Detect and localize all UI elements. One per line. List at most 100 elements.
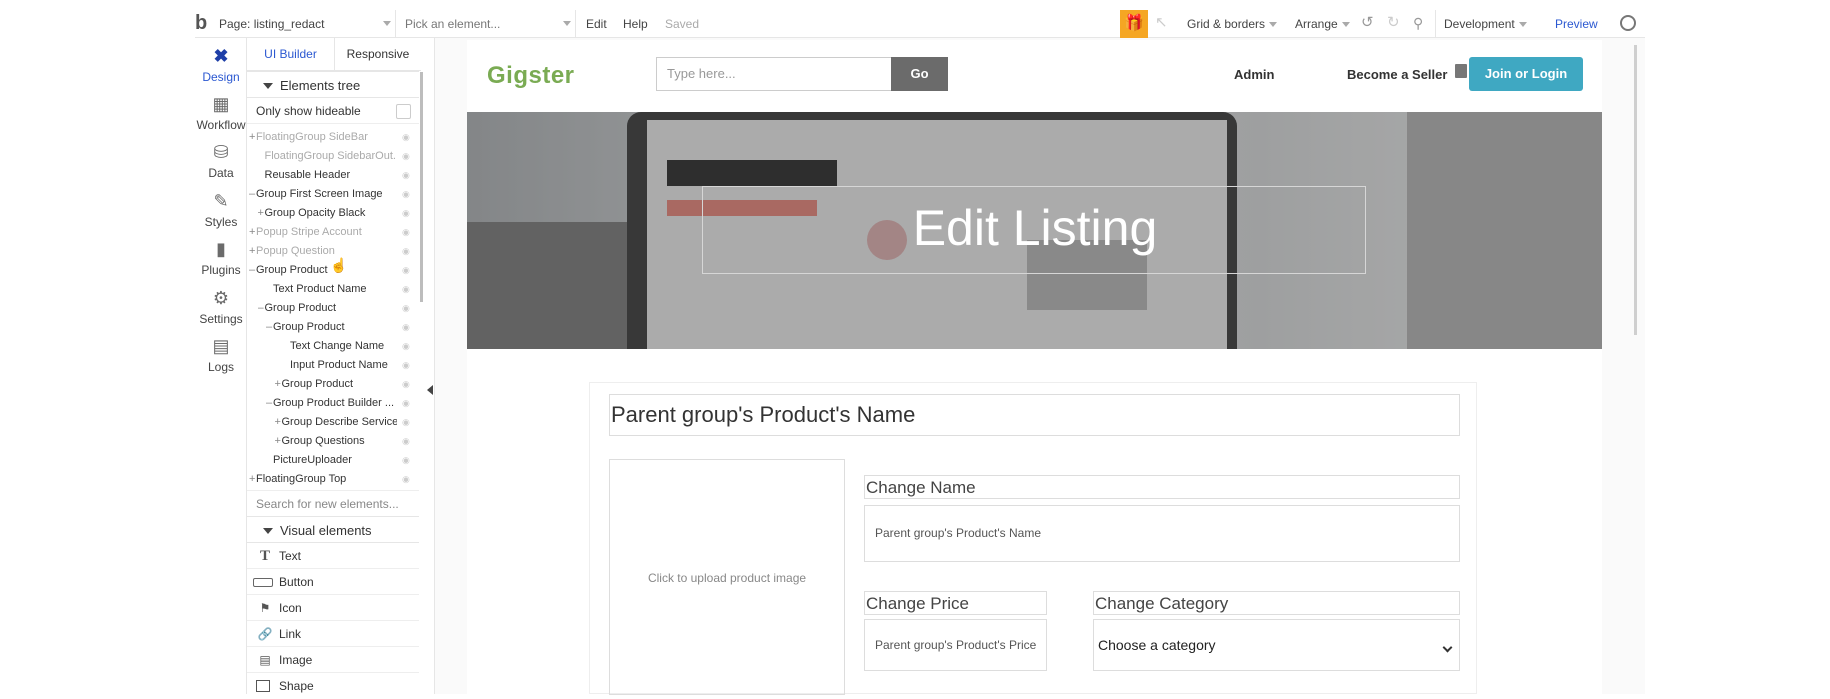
- eye-icon[interactable]: ◉: [402, 318, 410, 337]
- canvas-scrollbar[interactable]: [1634, 45, 1637, 335]
- select-cursor-icon[interactable]: ↖: [1155, 15, 1168, 31]
- tree-row[interactable]: PictureUploader: [266, 451, 397, 470]
- elements-tree-header[interactable]: Elements tree: [247, 71, 419, 98]
- tree-row[interactable]: +Popup Stripe Account: [249, 223, 397, 242]
- collapse-icon[interactable]: –: [249, 261, 256, 280]
- eye-icon[interactable]: ◉: [402, 356, 410, 375]
- tree-row[interactable]: –Group Product: [266, 318, 397, 337]
- eye-icon[interactable]: ◉: [402, 451, 410, 470]
- tree-row[interactable]: –Group Product: [249, 261, 397, 280]
- tree-row[interactable]: –Group Product Builder ...: [266, 394, 397, 413]
- chevron-down-icon[interactable]: [563, 21, 571, 26]
- rail-styles[interactable]: ✎ Styles: [195, 191, 247, 229]
- admin-link[interactable]: Admin: [1234, 67, 1274, 82]
- collapse-icon[interactable]: –: [266, 318, 273, 337]
- visual-item-text[interactable]: T Text: [247, 543, 419, 569]
- visual-elements-header[interactable]: Visual elements: [247, 516, 419, 543]
- expand-icon[interactable]: +: [249, 128, 256, 147]
- picture-uploader[interactable]: Click to upload product image: [609, 459, 845, 695]
- tree-row[interactable]: Reusable Header: [258, 166, 398, 185]
- only-show-hideable-checkbox[interactable]: [396, 104, 411, 119]
- bubble-logo-icon[interactable]: b: [195, 13, 207, 33]
- preview-link[interactable]: Preview: [1555, 17, 1598, 31]
- chevron-down-icon[interactable]: [383, 21, 391, 26]
- category-select[interactable]: Choose a category: [1093, 619, 1460, 671]
- eye-icon[interactable]: ◉: [402, 242, 410, 261]
- tree-row[interactable]: Input Product Name: [283, 356, 397, 375]
- expand-icon[interactable]: +: [258, 204, 265, 223]
- join-login-button[interactable]: Join or Login: [1469, 57, 1583, 91]
- tree-row[interactable]: +Popup Question: [249, 242, 397, 261]
- visual-item-image[interactable]: ▤ Image: [247, 647, 419, 673]
- tree-row[interactable]: Text Change Name: [283, 337, 397, 356]
- panel-scrollbar[interactable]: [420, 72, 423, 302]
- edit-menu[interactable]: Edit: [586, 17, 607, 31]
- product-name-input[interactable]: Parent group's Product's Name: [864, 505, 1460, 562]
- tree-row[interactable]: +Group Describe Service: [275, 413, 398, 432]
- tree-row[interactable]: +FloatingGroup Top: [249, 470, 397, 489]
- go-button[interactable]: Go: [891, 57, 948, 91]
- visual-item-icon[interactable]: ⚑ Icon: [247, 595, 419, 621]
- tree-row[interactable]: +Group Questions: [275, 432, 398, 451]
- tree-row[interactable]: FloatingGroup SidebarOut...: [258, 147, 398, 166]
- tree-row[interactable]: +Group Opacity Black: [258, 204, 398, 223]
- search-icon[interactable]: ⚲: [1413, 15, 1423, 31]
- undo-icon[interactable]: ↺: [1361, 15, 1374, 31]
- expand-icon[interactable]: +: [275, 432, 282, 451]
- eye-icon[interactable]: ◉: [402, 166, 410, 185]
- account-icon[interactable]: [1620, 15, 1636, 31]
- pick-element-dropdown[interactable]: Pick an element...: [405, 17, 500, 31]
- rail-data[interactable]: ⛁ Data: [195, 142, 247, 180]
- eye-icon[interactable]: ◉: [402, 375, 410, 394]
- eye-icon[interactable]: ◉: [402, 261, 410, 280]
- collapse-icon[interactable]: –: [266, 394, 273, 413]
- collapse-icon[interactable]: –: [258, 299, 265, 318]
- tree-row[interactable]: +Group Product: [275, 375, 398, 394]
- eye-icon[interactable]: ◉: [402, 147, 410, 166]
- grid-borders-menu[interactable]: Grid & borders: [1187, 17, 1278, 31]
- eye-icon[interactable]: ◉: [402, 413, 410, 432]
- tree-row[interactable]: Text Product Name: [266, 280, 397, 299]
- rail-settings[interactable]: ⚙ Settings: [195, 288, 247, 326]
- visual-item-shape[interactable]: Shape: [247, 673, 419, 699]
- eye-icon[interactable]: ◉: [402, 280, 410, 299]
- rail-logs[interactable]: ▤ Logs: [195, 336, 247, 374]
- expand-icon[interactable]: +: [249, 242, 256, 261]
- header-search-input[interactable]: Type here...: [656, 57, 892, 91]
- eye-icon[interactable]: ◉: [402, 337, 410, 356]
- expand-icon[interactable]: +: [249, 223, 256, 242]
- rail-plugins[interactable]: ▮ Plugins: [195, 239, 247, 277]
- tree-row[interactable]: –Group Product: [258, 299, 398, 318]
- become-seller-link[interactable]: Become a Seller: [1347, 67, 1447, 82]
- tab-ui-builder[interactable]: UI Builder: [247, 38, 334, 71]
- expand-icon[interactable]: +: [249, 470, 256, 489]
- eye-icon[interactable]: ◉: [402, 204, 410, 223]
- expand-icon[interactable]: +: [275, 413, 282, 432]
- expand-icon[interactable]: +: [275, 375, 282, 394]
- eye-icon[interactable]: ◉: [402, 432, 410, 451]
- eye-icon[interactable]: ◉: [402, 470, 410, 489]
- collapse-panel-arrow-icon[interactable]: [427, 385, 433, 395]
- visual-item-button[interactable]: Button: [247, 569, 419, 595]
- page-selector[interactable]: Page: listing_redact: [219, 17, 324, 31]
- collapse-icon[interactable]: –: [249, 185, 256, 204]
- product-price-input[interactable]: Parent group's Product's Price: [864, 619, 1047, 671]
- search-new-elements-input[interactable]: Search for new elements...: [247, 490, 419, 516]
- eye-icon[interactable]: ◉: [402, 223, 410, 242]
- tab-responsive[interactable]: Responsive: [334, 38, 421, 71]
- arrange-menu[interactable]: Arrange: [1295, 17, 1350, 31]
- visual-item-link[interactable]: 🔗 Link: [247, 621, 419, 647]
- environment-selector[interactable]: Development: [1444, 17, 1527, 31]
- help-menu[interactable]: Help: [623, 17, 648, 31]
- redo-icon[interactable]: ↻: [1387, 15, 1400, 31]
- eye-icon[interactable]: ◉: [402, 185, 410, 204]
- eye-icon[interactable]: ◉: [402, 299, 410, 318]
- tree-row[interactable]: –Group First Screen Image: [249, 185, 397, 204]
- gift-icon[interactable]: 🎁: [1120, 10, 1148, 38]
- eye-icon[interactable]: ◉: [402, 128, 410, 147]
- rail-design[interactable]: ✖ Design: [195, 46, 247, 84]
- rail-workflow[interactable]: ▦ Workflow: [195, 94, 247, 132]
- eye-icon[interactable]: ◉: [402, 394, 410, 413]
- gigster-logo[interactable]: Gigster: [487, 62, 575, 90]
- tree-row[interactable]: +FloatingGroup SideBar: [249, 128, 397, 147]
